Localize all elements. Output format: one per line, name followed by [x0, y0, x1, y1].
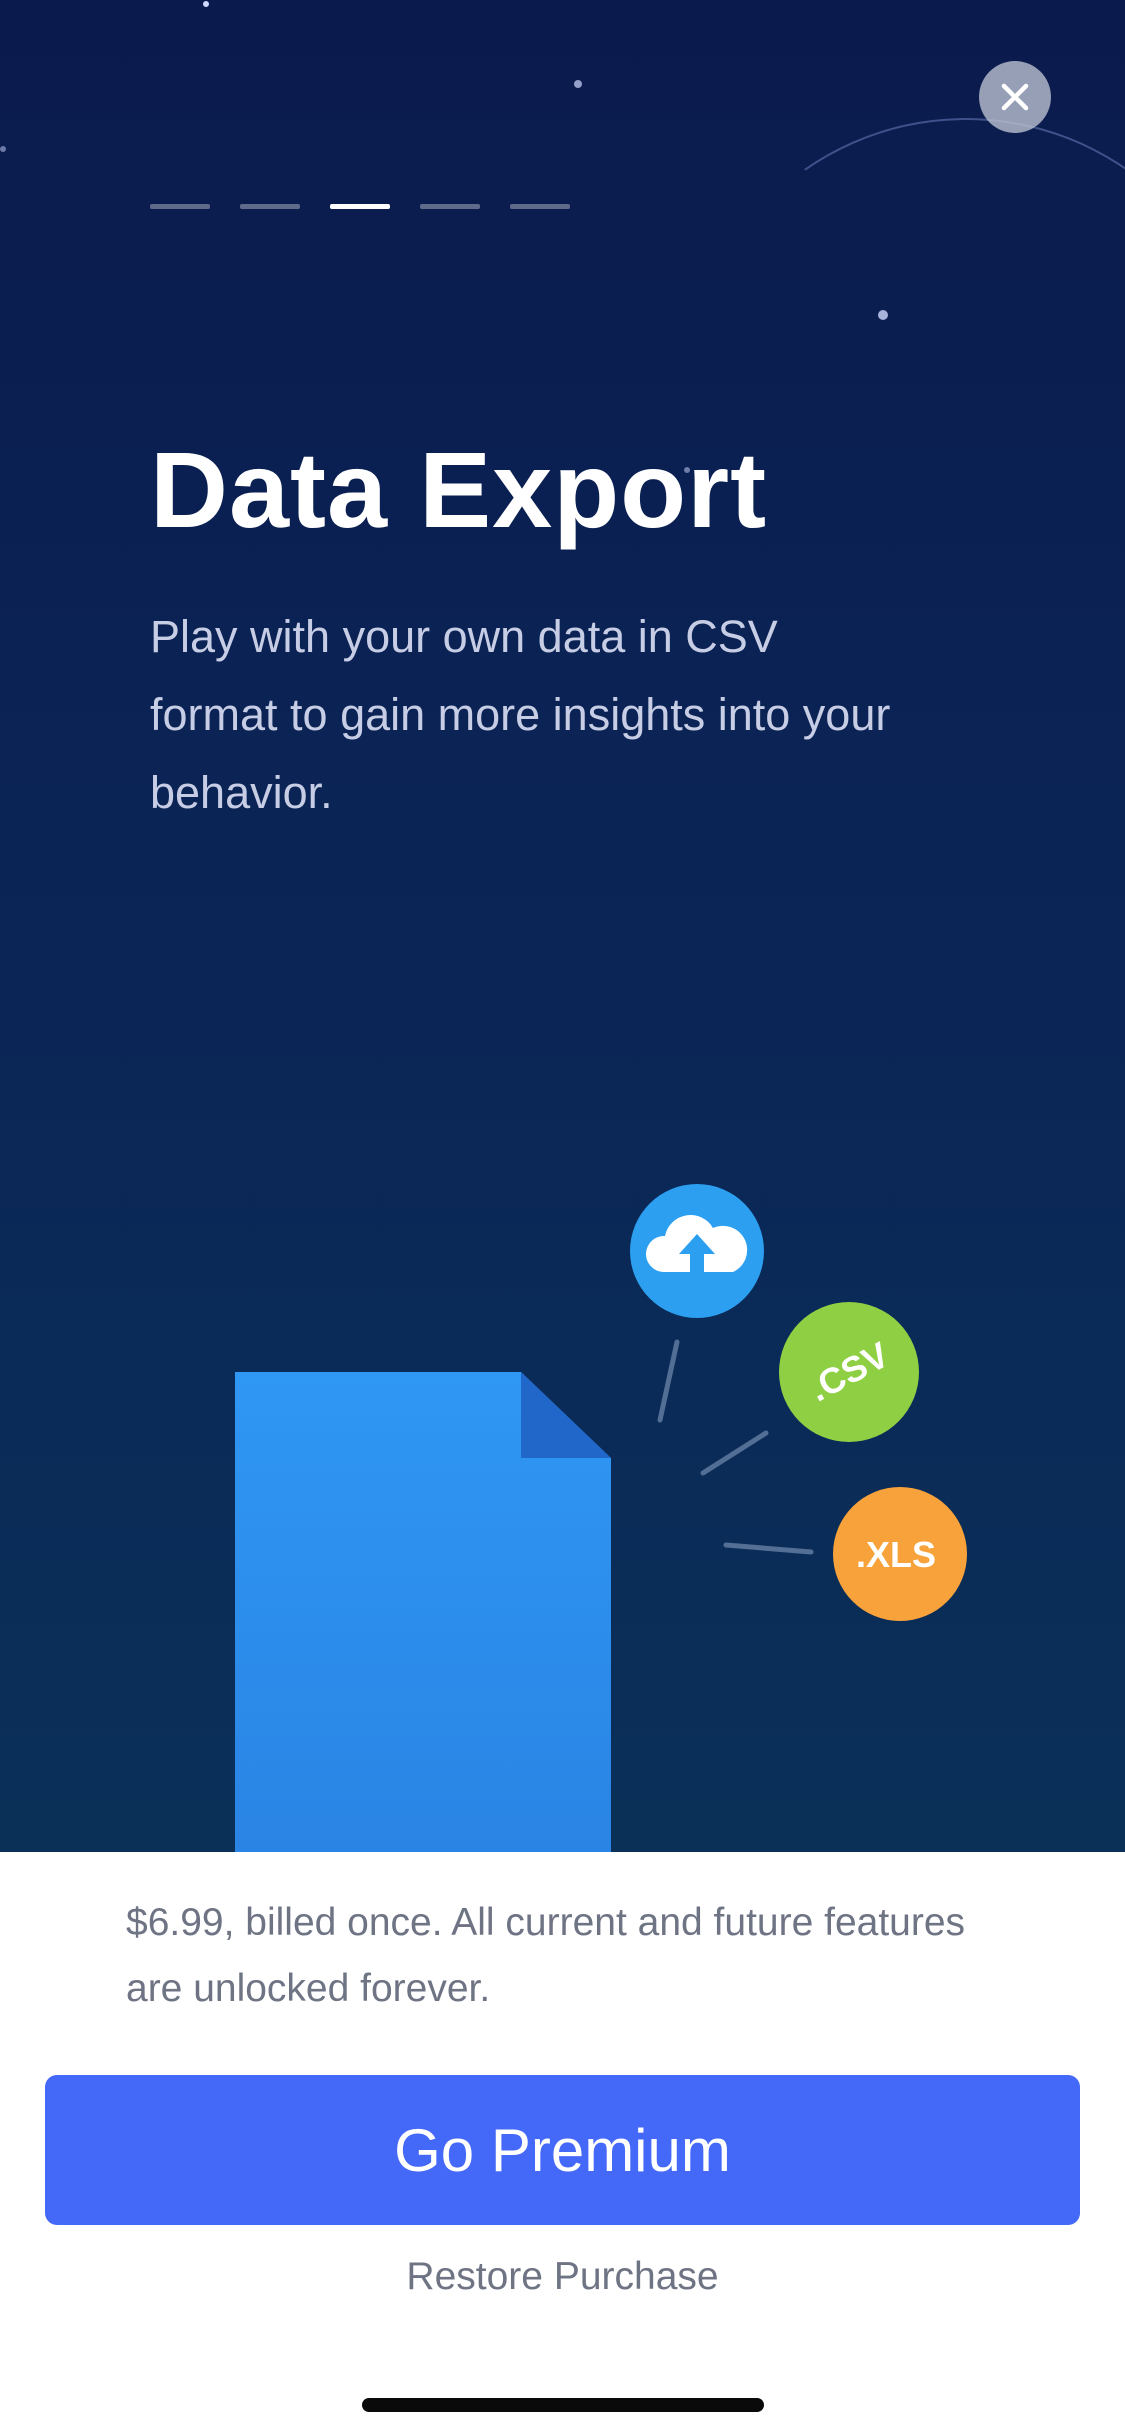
premium-paywall-screen: Data Export Play with your own data in C… — [0, 0, 1125, 2436]
document-icon — [235, 1372, 611, 1852]
home-indicator — [362, 2398, 764, 2412]
xls-badge-label: .XLS — [856, 1534, 936, 1575]
feature-hero: Data Export Play with your own data in C… — [0, 0, 1125, 1852]
restore-purchase-link[interactable]: Restore Purchase — [0, 2252, 1125, 2302]
price-note: $6.99, billed once. All current and futu… — [126, 1901, 966, 2010]
go-premium-button[interactable]: Go Premium — [45, 2075, 1080, 2225]
close-icon — [1001, 83, 1029, 111]
cloud-upload-icon — [630, 1184, 764, 1318]
xls-badge: .XLS — [833, 1487, 967, 1621]
close-button[interactable] — [979, 61, 1051, 133]
data-export-illustration: .CSV .XLS — [235, 1184, 967, 1852]
csv-badge: .CSV — [779, 1302, 919, 1442]
